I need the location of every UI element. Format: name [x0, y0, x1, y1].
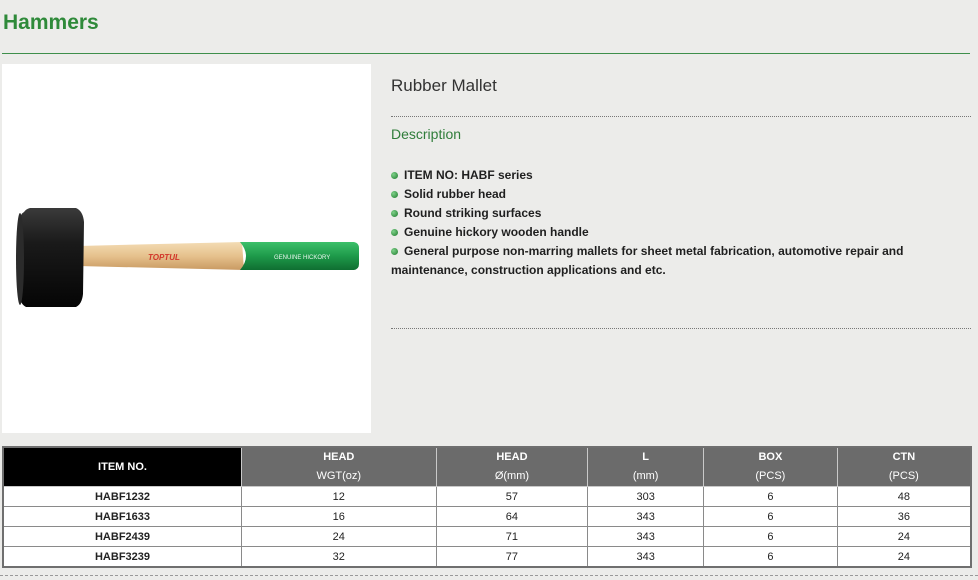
cell-box: 6	[703, 506, 838, 527]
page-bottom-divider	[0, 575, 978, 576]
feature-item: Solid rubber head	[391, 185, 976, 204]
cell-ctn: 36	[836, 506, 972, 527]
cell-head-weight: 16	[241, 506, 437, 527]
cell-length: 343	[587, 506, 705, 527]
cell-head-diameter: 57	[435, 486, 589, 507]
cell-head-weight: 32	[241, 546, 437, 568]
cell-ctn: 24	[836, 546, 972, 568]
table-row: HABF3239 32 77 343 6 24	[2, 546, 972, 568]
dotted-divider	[391, 328, 971, 329]
column-header-ctn: CTN (PCS)	[836, 446, 972, 487]
cell-head-diameter: 71	[435, 526, 589, 547]
cell-box: 6	[703, 526, 838, 547]
table-row: HABF1232 12 57 303 6 48	[2, 486, 972, 507]
bullet-icon	[391, 229, 398, 236]
title-divider	[2, 53, 970, 54]
grip-label-text: GENUINE HICKORY	[274, 255, 330, 261]
description-heading: Description	[391, 126, 462, 142]
feature-item: Round striking surfaces	[391, 204, 976, 223]
feature-item: General purpose non-marring mallets for …	[391, 244, 904, 277]
brand-logo-text: TOPTUL	[148, 253, 180, 262]
spec-table: ITEM NO. HEAD WGT(oz) HEAD Ø(mm) L (mm) BOX…	[2, 446, 972, 568]
dotted-divider	[391, 116, 971, 117]
cell-head-weight: 24	[241, 526, 437, 547]
table-row: HABF1633 16 64 343 6 36	[2, 506, 972, 527]
feature-item: ITEM NO: HABF series	[391, 166, 976, 185]
column-header-length: L (mm)	[587, 446, 705, 487]
cell-item-no: HABF2439	[2, 526, 242, 547]
bullet-icon	[391, 210, 398, 217]
cell-ctn: 24	[836, 526, 972, 547]
column-header-box: BOX (PCS)	[703, 446, 838, 487]
bullet-icon	[391, 172, 398, 179]
cell-head-weight: 12	[241, 486, 437, 507]
cell-head-diameter: 77	[435, 546, 589, 568]
column-header-head-diameter: HEAD Ø(mm)	[435, 446, 589, 487]
column-header-item-no: ITEM NO.	[2, 446, 242, 487]
cell-length: 343	[587, 526, 705, 547]
feature-item: Genuine hickory wooden handle	[391, 223, 976, 242]
cell-length: 303	[587, 486, 705, 507]
mallet-head	[16, 208, 84, 307]
bullet-icon	[391, 191, 398, 198]
product-image: TOPTUL GENUINE HICKORY	[2, 64, 371, 433]
page-title: Hammers	[3, 11, 99, 34]
cell-box: 6	[703, 486, 838, 507]
product-name: Rubber Mallet	[391, 76, 497, 95]
cell-length: 343	[587, 546, 705, 568]
column-header-head-weight: HEAD WGT(oz)	[241, 446, 437, 487]
cell-head-diameter: 64	[435, 506, 589, 527]
cell-item-no: HABF3239	[2, 546, 242, 568]
cell-box: 6	[703, 546, 838, 568]
feature-list: ITEM NO: HABF series Solid rubber head R…	[391, 166, 976, 280]
cell-item-no: HABF1633	[2, 506, 242, 527]
bullet-icon	[391, 248, 398, 255]
cell-item-no: HABF1232	[2, 486, 242, 507]
cell-ctn: 48	[836, 486, 972, 507]
mallet-illustration: TOPTUL GENUINE HICKORY	[16, 208, 359, 307]
table-header-row: ITEM NO. HEAD WGT(oz) HEAD Ø(mm) L (mm) BOX…	[2, 446, 972, 487]
table-row: HABF2439 24 71 343 6 24	[2, 526, 972, 547]
